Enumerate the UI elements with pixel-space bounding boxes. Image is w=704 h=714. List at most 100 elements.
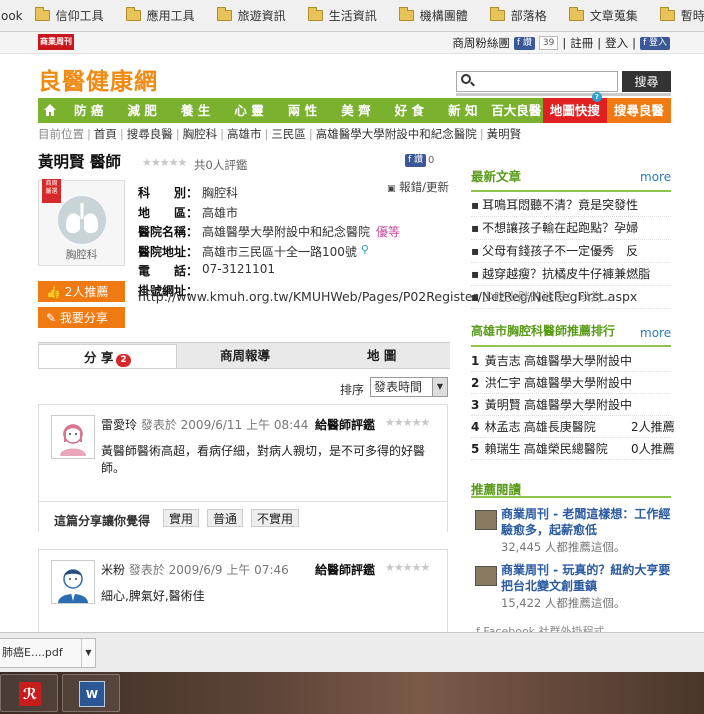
list-item[interactable]: ▪ 越穿越瘦？抗橘皮牛仔褲兼燃脂	[471, 263, 671, 286]
bookmark-folder[interactable]: 旅遊資訊	[216, 7, 286, 24]
download-item[interactable]: 肺癌E....pdf ▼	[0, 638, 96, 668]
lungs-icon	[58, 196, 106, 244]
bookmark-folder[interactable]: 文章蒐集	[568, 7, 638, 24]
tab-share[interactable]: 分 享2	[38, 344, 177, 368]
tab-reports[interactable]: 商周報導	[177, 343, 314, 368]
nav-map-search[interactable]: 地圖快搜?	[542, 92, 607, 123]
avatar	[51, 560, 95, 604]
bookmark-folder[interactable]: 生活資訊	[307, 7, 377, 24]
rate-label: 給醫師評鑑	[315, 563, 376, 577]
bookmark-folder[interactable]: 信仰工具	[34, 7, 104, 24]
list-item[interactable]: ▪ 少吃少胖的迷思：以為…	[471, 286, 671, 309]
share-button[interactable]: ✎ 我要分享	[38, 307, 125, 328]
review-card: 雷愛玲 發表於 2009/6/11 上午 08:44 給醫師評鑑 ★★★★★ 黃…	[38, 404, 448, 533]
web-page: 商業周刊 商周粉絲團 f 讚 39 | 註冊 | 登入 | f 登入 良醫健康網…	[0, 32, 704, 632]
nav-home[interactable]	[38, 98, 62, 123]
table-row[interactable]: 5 賴瑞生 高雄榮民總醫院 0人推薦	[471, 438, 675, 460]
ranking-more-link[interactable]: more	[640, 326, 671, 340]
fb-like-button[interactable]: f 讚	[513, 36, 535, 50]
word-icon: W	[79, 681, 105, 707]
map-pin-icon[interactable]: ⚲	[361, 243, 369, 263]
recommend-button[interactable]: 👍 2人推薦	[38, 281, 125, 302]
nav-item[interactable]: 新 知	[436, 98, 489, 123]
latest-more-link[interactable]: more	[640, 170, 671, 184]
folder-icon	[489, 7, 505, 21]
fb-like-button[interactable]: f 讚	[405, 154, 427, 167]
bookmark-folder[interactable]: 暫時資訊	[659, 7, 704, 24]
magazine-logo[interactable]: 商業周刊	[38, 34, 74, 50]
taskbar-acrobat[interactable]: ℛ	[0, 674, 58, 712]
bookmark-folder[interactable]: 應用工具	[125, 7, 195, 24]
top-strip: 商業周刊 商周粉絲團 f 讚 39 | 註冊 | 登入 | f 登入	[0, 32, 704, 54]
nav-item[interactable]: 減 肥	[115, 98, 168, 123]
recommended-item[interactable]: 商業周刊 - 玩真的？紐約大亨要把台北變文創重鎮 15,422 人都推薦這個。	[471, 562, 671, 610]
site-logo[interactable]: 良醫健康網	[38, 62, 158, 96]
divider: |	[632, 36, 636, 50]
breadcrumb-link[interactable]: 搜尋良醫	[127, 127, 173, 141]
account-links: 商周粉絲團 f 讚 39 | 註冊 | 登入 | f 登入	[452, 35, 670, 51]
list-item[interactable]: ▪ 父母有錢孩子不一定優秀 反	[471, 240, 671, 263]
breadcrumb-link[interactable]: 胸腔科	[183, 127, 218, 141]
chevron-down-icon[interactable]: ▼	[81, 639, 95, 667]
useful-button[interactable]: 實用	[163, 509, 200, 527]
search-button[interactable]: 搜尋	[622, 71, 671, 92]
recommended-title[interactable]: 商業周刊 - 玩真的？紐約大亨要把台北變文創重鎮	[501, 562, 671, 594]
thumbnail-label: 胸腔科	[65, 249, 98, 261]
rating-tag: 優等	[376, 225, 401, 239]
thumbs-up-icon: 👍	[46, 285, 61, 299]
list-item[interactable]: ▪ 耳鳴耳悶聽不清？竟是突發性	[471, 194, 671, 217]
chevron-down-icon: ▼	[432, 378, 447, 396]
nav-item[interactable]: 兩 性	[276, 98, 329, 123]
register-link[interactable]: 註冊	[570, 35, 593, 51]
nav-search-doctor[interactable]: 搜尋良醫	[606, 98, 671, 123]
share-count-badge: 2	[116, 354, 131, 367]
breadcrumb-link[interactable]: 首頁	[94, 127, 117, 141]
info-row: 醫院地址： 高雄市三民區十全一路100號 ⚲	[138, 243, 400, 263]
recommended-item[interactable]: 商業周刊 - 老闆這樣想：工作經驗愈多，起薪愈低 32,445 人都推薦這個。	[471, 506, 671, 554]
breadcrumb-link[interactable]: 三民區	[271, 127, 306, 141]
rating-stars: ★★★★★	[142, 156, 187, 169]
breadcrumb-link[interactable]: 高雄市	[227, 127, 262, 141]
review-stars: ★★★★★	[385, 561, 430, 574]
reviewer-name[interactable]: 雷愛玲	[101, 418, 137, 432]
share-widget: f 讚 0	[405, 154, 434, 167]
section-divider	[471, 190, 671, 192]
breadcrumb-link[interactable]: 高雄醫學大學附設中和紀念醫院	[316, 127, 477, 141]
nav-item[interactable]: 心 靈	[222, 98, 275, 123]
reviewer-name[interactable]: 米粉	[101, 563, 125, 577]
post-timestamp: 發表於 2009/6/9 上午 07:46	[128, 563, 289, 577]
fans-page-link[interactable]: 商周粉絲團	[452, 35, 510, 51]
bookmark-folder[interactable]: 部落格	[489, 7, 547, 24]
downloads-bar: 肺癌E....pdf ▼	[0, 632, 704, 672]
table-row[interactable]: 4 林孟志 高雄長庚醫院 2人推薦	[471, 416, 675, 438]
nav-item[interactable]: 防 癌	[62, 98, 115, 123]
breadcrumb-label: 目前位置	[38, 127, 84, 141]
breadcrumb: 目前位置 | 首頁 | 搜尋良醫 | 胸腔科 | 高雄市 | 三民區 | 高雄醫學大學附設中和紀念醫院 |…	[38, 127, 522, 141]
bookmark-folder[interactable]: 機構團體	[398, 7, 468, 24]
post-timestamp: 發表於 2009/6/11 上午 08:44	[140, 418, 309, 432]
main-nav: 防 癌 減 肥 養 生 心 靈 兩 性 美 齊 好 食 新 知 百大良醫 地圖快…	[38, 92, 671, 123]
not-useful-button[interactable]: 不實用	[251, 509, 300, 527]
doctor-info: 科 別： 胸腔科 地 區： 高雄市 醫院名稱： 高雄醫學大學附設中和紀念醫院 優等 醫院…	[138, 184, 400, 301]
table-row[interactable]: 2洪仁宇高雄醫學大學附設中和...	[471, 372, 671, 394]
info-row: 科 別： 胸腔科	[138, 186, 239, 200]
sort-select[interactable]: 發表時間 ▼	[370, 377, 448, 397]
search-input[interactable]	[456, 71, 618, 92]
taskbar-word[interactable]: W	[62, 674, 120, 712]
list-item[interactable]: ▪ 不想讓孩子輸在起跑點？孕婦	[471, 217, 671, 240]
recommended-title[interactable]: 商業周刊 - 老闆這樣想：工作經驗愈多，起薪愈低	[501, 506, 671, 538]
table-row[interactable]: 1黃吉志高雄醫學大學附設中和...	[471, 350, 671, 372]
nav-item[interactable]: 養 生	[169, 98, 222, 123]
fb-login-button[interactable]: f 登入	[639, 36, 670, 50]
login-link[interactable]: 登入	[605, 35, 628, 51]
table-row[interactable]: 3黃明賢高雄醫學大學附設中和...	[471, 394, 671, 416]
neutral-button[interactable]: 普通	[207, 509, 244, 527]
section-divider	[471, 496, 671, 498]
nav-item[interactable]: 好 食	[383, 98, 436, 123]
nav-item[interactable]: 美 齊	[329, 98, 382, 123]
content-tabs: 分 享2 商周報導 地 圖	[38, 342, 450, 369]
bookmark-truncated[interactable]: ook	[0, 9, 23, 23]
fb-plugin-label: f Facebook 社群外掛程式	[476, 625, 605, 632]
nav-item-top100[interactable]: 百大良醫	[490, 98, 543, 123]
tab-map[interactable]: 地 圖	[313, 343, 450, 368]
